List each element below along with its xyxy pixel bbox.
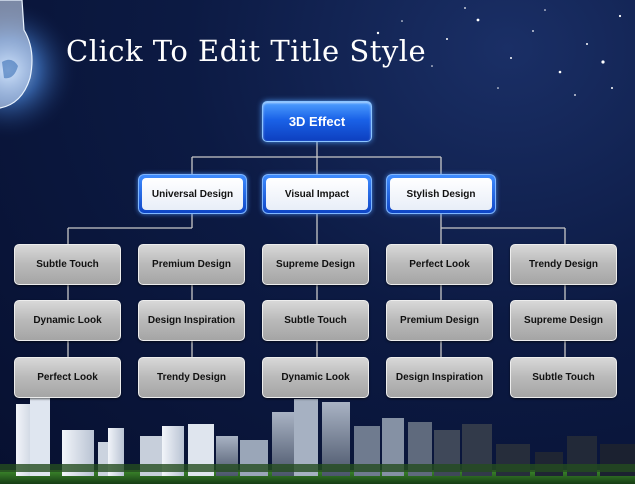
node-leaf[interactable]: Supreme Design <box>262 244 369 285</box>
node-leaf[interactable]: Trendy Design <box>138 357 245 398</box>
node-leaf[interactable]: Perfect Look <box>386 244 493 285</box>
node-label: Visual Impact <box>266 178 368 210</box>
node-label: Stylish Design <box>390 178 492 210</box>
node-leaf[interactable]: Premium Design <box>138 244 245 285</box>
slide-title[interactable]: Click To Edit Title Style <box>66 34 426 68</box>
light-bulb-icon <box>0 0 78 140</box>
node-label: Universal Design <box>142 178 243 210</box>
node-leaf[interactable]: Supreme Design <box>510 300 617 341</box>
node-leaf[interactable]: Dynamic Look <box>262 357 369 398</box>
node-leaf[interactable]: Subtle Touch <box>510 357 617 398</box>
node-leaf[interactable]: Perfect Look <box>14 357 121 398</box>
background <box>0 0 635 484</box>
slide: Click To Edit Title Style 3D Effect Univ… <box>0 0 635 484</box>
node-leaf[interactable]: Trendy Design <box>510 244 617 285</box>
node-leaf[interactable]: Design Inspiration <box>386 357 493 398</box>
node-root[interactable]: 3D Effect <box>262 101 372 142</box>
node-branch-visual-impact[interactable]: Visual Impact <box>262 174 372 214</box>
node-leaf[interactable]: Dynamic Look <box>14 300 121 341</box>
node-leaf[interactable]: Premium Design <box>386 300 493 341</box>
city-skyline-icon <box>0 398 635 484</box>
node-leaf[interactable]: Subtle Touch <box>262 300 369 341</box>
node-leaf[interactable]: Design Inspiration <box>138 300 245 341</box>
node-branch-stylish-design[interactable]: Stylish Design <box>386 174 496 214</box>
node-branch-universal-design[interactable]: Universal Design <box>138 174 247 214</box>
node-leaf[interactable]: Subtle Touch <box>14 244 121 285</box>
